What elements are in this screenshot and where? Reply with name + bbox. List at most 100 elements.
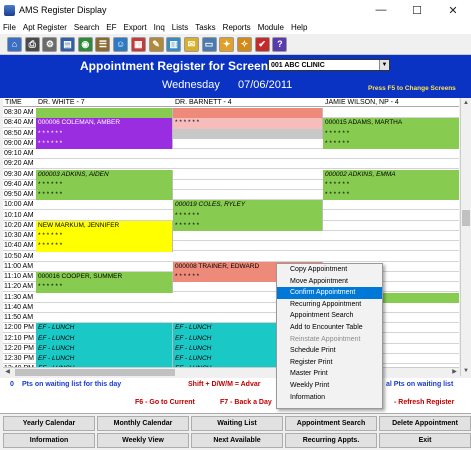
printer-icon[interactable]: ⎙ [24,36,40,52]
appointment-slot[interactable]: * * * * * * [36,128,173,139]
appointment-slot[interactable]: EF - LUNCH [36,333,173,344]
menu-item-appointment-search[interactable]: Appointment Search [277,310,382,322]
appointment-slot[interactable]: 000019 COLES, RYLEY [173,200,323,211]
menu-module[interactable]: Module [258,23,284,32]
menu-bar: File Apt Register Search EF Export Inq Lists Ta… [0,20,471,34]
pin-icon[interactable]: ✦ [219,36,235,52]
scroll-down-icon[interactable]: ▼ [461,366,471,376]
push-pin-icon[interactable]: ✧ [236,36,252,52]
scroll-thumb-horizontal[interactable] [15,369,175,376]
scroll-thumb[interactable] [462,210,470,226]
menu-item-master-print[interactable]: Master Print [277,368,382,380]
time-label: 12:00 PM [4,324,34,332]
menu-item-information[interactable]: Information [277,392,382,404]
exit-button[interactable]: Exit [379,433,471,448]
waiting-list-button[interactable]: Waiting List [191,416,283,431]
appointment-slot[interactable]: * * * * * * [323,190,459,201]
appointment-block[interactable] [173,108,323,119]
menu-file[interactable]: File [3,23,16,32]
refresh-hint: - Refresh Register [394,399,455,406]
menu-item-recurring-appointment[interactable]: Recurring Appointment [277,299,382,311]
appointment-slot[interactable]: 000016 COOPER, SUMMER [36,272,173,283]
database-icon[interactable]: ◉ [77,36,93,52]
appointment-slot[interactable]: 000003 ADKINS, AIDEN [36,169,173,180]
mail-icon[interactable]: ✉ [183,36,199,52]
appointment-slot[interactable]: * * * * * * [173,210,323,221]
menu-apt-register[interactable]: Apt Register [23,23,67,32]
time-label: 12:10 PM [4,334,34,342]
menu-item-register-print[interactable]: Register Print [277,357,382,369]
appointment-slot[interactable]: * * * * * * [173,118,323,129]
appointment-search-button[interactable]: Appointment Search [285,416,377,431]
column-header-row: TIME DR. WHITE - 7 DR. BARNETT - 4 JAMIE WI… [3,98,459,107]
next-available-button[interactable]: Next Available [191,433,283,448]
maximize-button[interactable]: ☐ [399,0,435,20]
information-button[interactable]: Information [3,433,95,448]
users-icon[interactable]: ☺ [113,36,129,52]
appointment-slot[interactable]: EF - LUNCH [36,323,173,334]
menu-item-add-to-encounter-table[interactable]: Add to Encounter Table [277,322,382,334]
appointment-slot[interactable]: * * * * * * [36,282,173,293]
menu-reports[interactable]: Reports [223,23,251,32]
column-header-time: TIME [5,99,22,106]
scroll-right-icon[interactable]: ▶ [450,368,459,377]
list-icon[interactable]: ☰ [95,36,111,52]
appointment-slot[interactable]: * * * * * * [323,179,459,190]
appointment-block[interactable] [36,108,173,119]
chevron-down-icon[interactable]: ▼ [379,60,389,70]
menu-lists[interactable]: Lists [172,23,188,32]
appointment-slot[interactable]: * * * * * * [36,179,173,190]
help-icon[interactable]: ? [272,36,288,52]
appointment-slot[interactable]: 000002 ADKINS, EMMA [323,169,459,180]
appointment-slot[interactable]: * * * * * * [323,128,459,139]
status-line-1: 0 Pts on waiting list for this day Shift… [0,378,471,392]
menu-export[interactable]: Export [124,23,147,32]
menu-item-move-appointment[interactable]: Move Appointment [277,276,382,288]
time-label: 08:30 AM [4,109,34,116]
appointment-slot[interactable]: EF - LUNCH [36,354,173,365]
appointment-slot[interactable]: 000015 ADAMS, MARTHA [323,118,459,129]
menu-item-copy-appointment[interactable]: Copy Appointment [277,264,382,276]
appointment-slot[interactable]: NEW MARKUM, JENNIFER [36,220,173,231]
menu-help[interactable]: Help [291,23,307,32]
appointment-block[interactable] [173,128,323,139]
weekly-view-button[interactable]: Weekly View [97,433,189,448]
menu-inq[interactable]: Inq [154,23,165,32]
minimize-button[interactable]: — [363,0,399,20]
menu-item-schedule-print[interactable]: Schedule Print [277,345,382,357]
appointment-slot[interactable]: EF - LUNCH [36,343,173,354]
appointment-slot[interactable]: 000006 COLEMAN, AMBER [36,118,173,129]
yearly-calendar-button[interactable]: Yearly Calendar [3,416,95,431]
id-card-icon[interactable]: ▭ [201,36,217,52]
time-label: 12:20 PM [4,344,34,352]
recurring-appts-button[interactable]: Recurring Appts. [285,433,377,448]
scroll-up-icon[interactable]: ▲ [461,98,471,108]
checklist-icon[interactable]: ✔ [254,36,270,52]
appointment-slot[interactable]: * * * * * * [173,220,323,231]
menu-tasks[interactable]: Tasks [195,23,215,32]
appointment-slot[interactable]: * * * * * * [36,138,173,149]
horizontal-scrollbar[interactable]: ◀ ▶ [3,367,459,376]
waiting-text: Pts on waiting list for this day [22,381,122,388]
menu-item-confirm-appointment[interactable]: Confirm Appointment [277,287,382,299]
vertical-scrollbar[interactable]: ▲ ▼ [460,98,470,376]
close-button[interactable]: ✕ [435,0,471,20]
book-icon[interactable]: ▤ [60,36,76,52]
appointment-slot[interactable]: * * * * * * [323,138,459,149]
scroll-left-icon[interactable]: ◀ [3,368,12,377]
appointment-slot[interactable]: * * * * * * [36,241,173,252]
menu-ef[interactable]: EF [106,23,116,32]
monthly-calendar-button[interactable]: Monthly Calendar [97,416,189,431]
clinic-select-value: 001 ABC CLINIC [271,62,325,69]
chart-icon[interactable]: ▥ [166,36,182,52]
clinic-select[interactable]: 001 ABC CLINIC ▼ [268,59,390,71]
appointment-slot[interactable]: * * * * * * [36,231,173,242]
menu-search[interactable]: Search [74,23,99,32]
delete-appointment-button[interactable]: Delete Appointment [379,416,471,431]
home-icon[interactable]: ⌂ [7,36,22,52]
calendar-icon[interactable]: ▦ [130,36,146,52]
settings-icon[interactable]: ⚙ [42,36,58,52]
menu-item-weekly-print[interactable]: Weekly Print [277,380,382,392]
appointment-slot[interactable]: * * * * * * [36,190,173,201]
clipboard-icon[interactable]: ✎ [148,36,164,52]
